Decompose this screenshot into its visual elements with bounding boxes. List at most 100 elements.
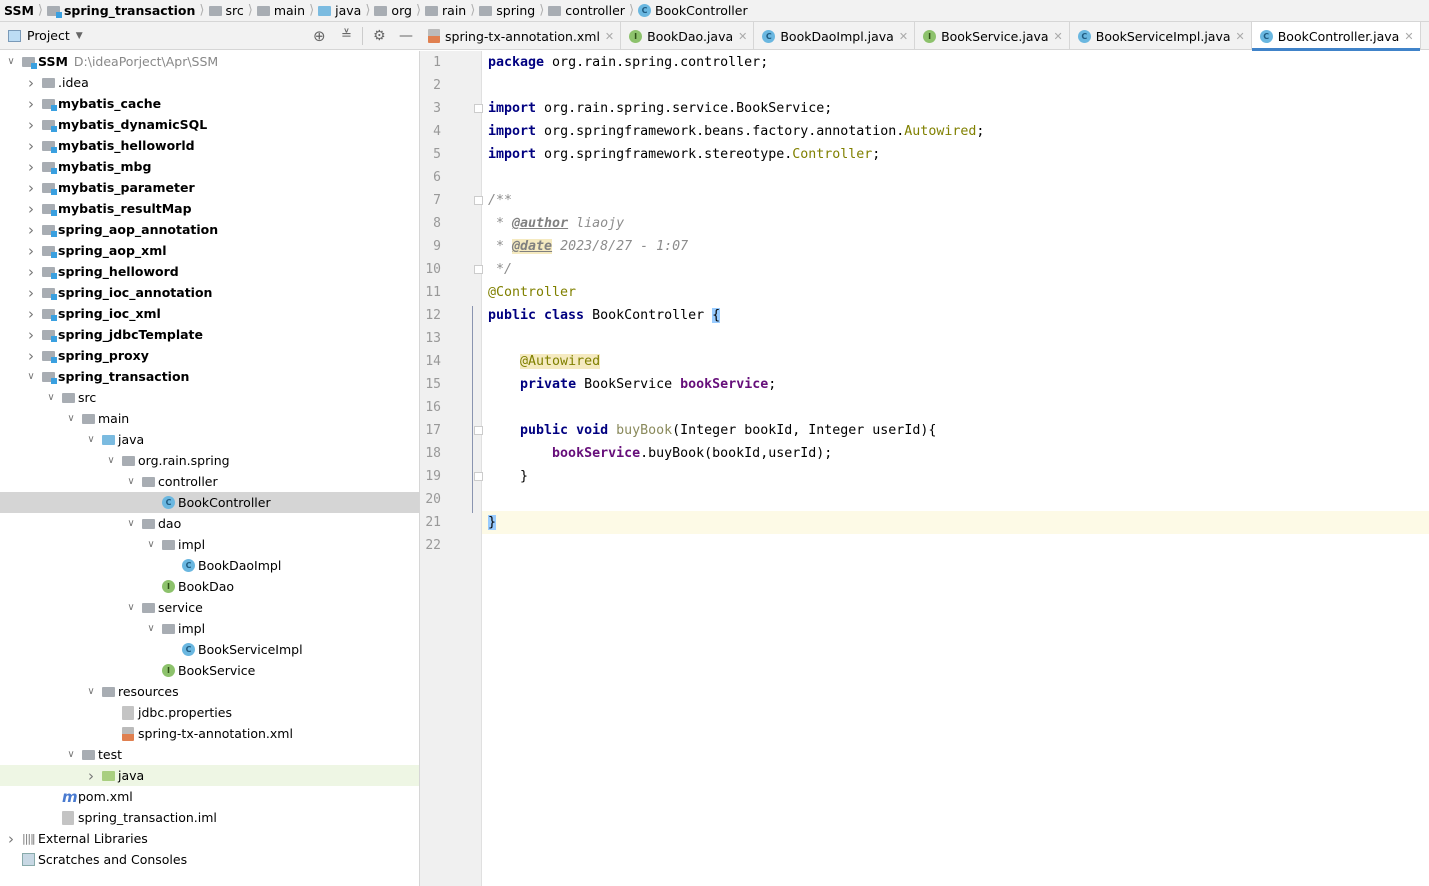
code-editor[interactable]: package org.rain.spring.controller; impor…: [472, 51, 1429, 886]
tree-item[interactable]: › java: [0, 765, 419, 786]
tree-item[interactable]: ∨ src: [0, 387, 419, 408]
tree-item[interactable]: spring-tx-annotation.xml: [0, 723, 419, 744]
tree-item[interactable]: ∨ spring_transaction: [0, 366, 419, 387]
tab-spring-tx-annotation-xml[interactable]: spring-tx-annotation.xml ✕: [420, 22, 622, 50]
chevron-right-icon[interactable]: ›: [25, 305, 37, 323]
tree-item[interactable]: ∨ impl: [0, 534, 419, 555]
tree-item[interactable]: › spring_aop_xml: [0, 240, 419, 261]
chevron-right-icon[interactable]: ›: [25, 326, 37, 344]
chevron-right-icon[interactable]: ›: [25, 116, 37, 134]
chevron-down-icon[interactable]: ∨: [65, 749, 77, 760]
breadcrumb-item[interactable]: spring: [479, 3, 539, 18]
chevron-right-icon[interactable]: ›: [25, 242, 37, 260]
chevron-down-icon[interactable]: ∨: [125, 476, 137, 487]
tree-item[interactable]: jdbc.properties: [0, 702, 419, 723]
chevron-right-icon[interactable]: ›: [25, 221, 37, 239]
chevron-down-icon[interactable]: ∨: [145, 623, 157, 634]
tree-item[interactable]: I BookDao: [0, 576, 419, 597]
chevron-down-icon[interactable]: ∨: [85, 434, 97, 445]
tree-item[interactable]: › spring_ioc_annotation: [0, 282, 419, 303]
tree-item[interactable]: › |||‖ External Libraries: [0, 828, 419, 849]
tree-item[interactable]: › mybatis_cache: [0, 93, 419, 114]
chevron-right-icon[interactable]: ›: [25, 137, 37, 155]
tree-item[interactable]: I BookService: [0, 660, 419, 681]
chevron-right-icon[interactable]: ›: [5, 830, 17, 848]
chevron-down-icon[interactable]: ∨: [25, 371, 37, 382]
close-icon[interactable]: ✕: [738, 30, 747, 43]
chevron-down-icon[interactable]: ∨: [105, 455, 117, 466]
tree-item[interactable]: ∨ resources: [0, 681, 419, 702]
tree-item[interactable]: › mybatis_dynamicSQL: [0, 114, 419, 135]
tab-bookcontroller-java[interactable]: C BookController.java ✕: [1251, 22, 1421, 51]
chevron-right-icon[interactable]: ›: [25, 74, 37, 92]
fold-marker-icon[interactable]: [474, 265, 483, 274]
tab-bookdaoimpl-java[interactable]: C BookDaoImpl.java ✕: [754, 22, 916, 50]
chevron-right-icon[interactable]: ›: [25, 347, 37, 365]
tree-item[interactable]: › mybatis_mbg: [0, 156, 419, 177]
tree-item[interactable]: ∨ java: [0, 429, 419, 450]
fold-marker-icon[interactable]: [474, 472, 483, 481]
chevron-down-icon[interactable]: ∨: [5, 56, 17, 67]
tree-item[interactable]: ∨ dao: [0, 513, 419, 534]
tree-item[interactable]: › spring_helloword: [0, 261, 419, 282]
tree-item[interactable]: ∨ test: [0, 744, 419, 765]
locate-icon[interactable]: ⊕: [313, 27, 326, 45]
gear-icon[interactable]: ⚙: [373, 28, 386, 44]
tree-item[interactable]: › mybatis_helloworld: [0, 135, 419, 156]
tree-item[interactable]: ∨ controller: [0, 471, 419, 492]
tree-item[interactable]: m pom.xml: [0, 786, 419, 807]
chevron-right-icon[interactable]: ›: [25, 95, 37, 113]
close-icon[interactable]: ✕: [1404, 30, 1413, 43]
chevron-down-icon[interactable]: ∨: [85, 686, 97, 697]
tree-item[interactable]: ∨ org.rain.spring: [0, 450, 419, 471]
chevron-down-icon[interactable]: ∨: [145, 539, 157, 550]
tree-item[interactable]: › spring_proxy: [0, 345, 419, 366]
tree-item[interactable]: C BookServiceImpl: [0, 639, 419, 660]
tree-item[interactable]: ∨ main: [0, 408, 419, 429]
breadcrumb-item[interactable]: spring_transaction: [46, 3, 199, 18]
chevron-down-icon[interactable]: ∨: [125, 602, 137, 613]
close-icon[interactable]: ✕: [605, 30, 614, 43]
chevron-right-icon[interactable]: ›: [25, 263, 37, 281]
close-icon[interactable]: ✕: [1054, 30, 1063, 43]
breadcrumb-item[interactable]: src: [208, 3, 248, 18]
breadcrumb-item[interactable]: main: [256, 3, 309, 18]
tree-item[interactable]: spring_transaction.iml: [0, 807, 419, 828]
project-view-selector[interactable]: Project ▼: [27, 28, 83, 43]
tree-item[interactable]: › mybatis_resultMap: [0, 198, 419, 219]
tab-bookservice-java[interactable]: I BookService.java ✕: [915, 22, 1070, 50]
breadcrumb-item[interactable]: java: [318, 3, 365, 18]
tree-item[interactable]: › spring_ioc_xml: [0, 303, 419, 324]
hide-icon[interactable]: —: [399, 28, 413, 44]
breadcrumb-item[interactable]: SSM: [4, 3, 38, 18]
fold-marker-icon[interactable]: [474, 104, 483, 113]
chevron-down-icon[interactable]: ∨: [45, 392, 57, 403]
breadcrumb-item[interactable]: controller: [548, 3, 629, 18]
tree-item[interactable]: C BookDaoImpl: [0, 555, 419, 576]
chevron-right-icon[interactable]: ›: [25, 158, 37, 176]
chevron-down-icon[interactable]: ∨: [65, 413, 77, 424]
fold-marker-icon[interactable]: [474, 426, 483, 435]
tree-item[interactable]: › spring_aop_annotation: [0, 219, 419, 240]
tree-item[interactable]: ∨ impl: [0, 618, 419, 639]
close-icon[interactable]: ✕: [1236, 30, 1245, 43]
chevron-right-icon[interactable]: ›: [85, 767, 97, 785]
chevron-down-icon[interactable]: ∨: [125, 518, 137, 529]
tree-item[interactable]: › .idea: [0, 72, 419, 93]
chevron-right-icon[interactable]: ›: [25, 179, 37, 197]
tree-item[interactable]: ∨ service: [0, 597, 419, 618]
tree-item[interactable]: ∨ SSM D:\ideaPorject\Apr\SSM: [0, 51, 419, 72]
chevron-right-icon[interactable]: ›: [25, 200, 37, 218]
tree-item[interactable]: Scratches and Consoles: [0, 849, 419, 870]
fold-marker-icon[interactable]: [474, 196, 483, 205]
tree-item[interactable]: › mybatis_parameter: [0, 177, 419, 198]
breadcrumb-item[interactable]: rain: [425, 3, 470, 18]
close-icon[interactable]: ✕: [899, 30, 908, 43]
tree-item[interactable]: › spring_jdbcTemplate: [0, 324, 419, 345]
tree-item[interactable]: C BookController: [0, 492, 419, 513]
collapse-all-icon[interactable]: ≚: [341, 28, 352, 43]
breadcrumb-item[interactable]: C BookController: [638, 3, 752, 18]
breadcrumb-item[interactable]: org: [374, 3, 416, 18]
chevron-right-icon[interactable]: ›: [25, 284, 37, 302]
tab-bookdao-java[interactable]: I BookDao.java ✕: [621, 22, 755, 50]
